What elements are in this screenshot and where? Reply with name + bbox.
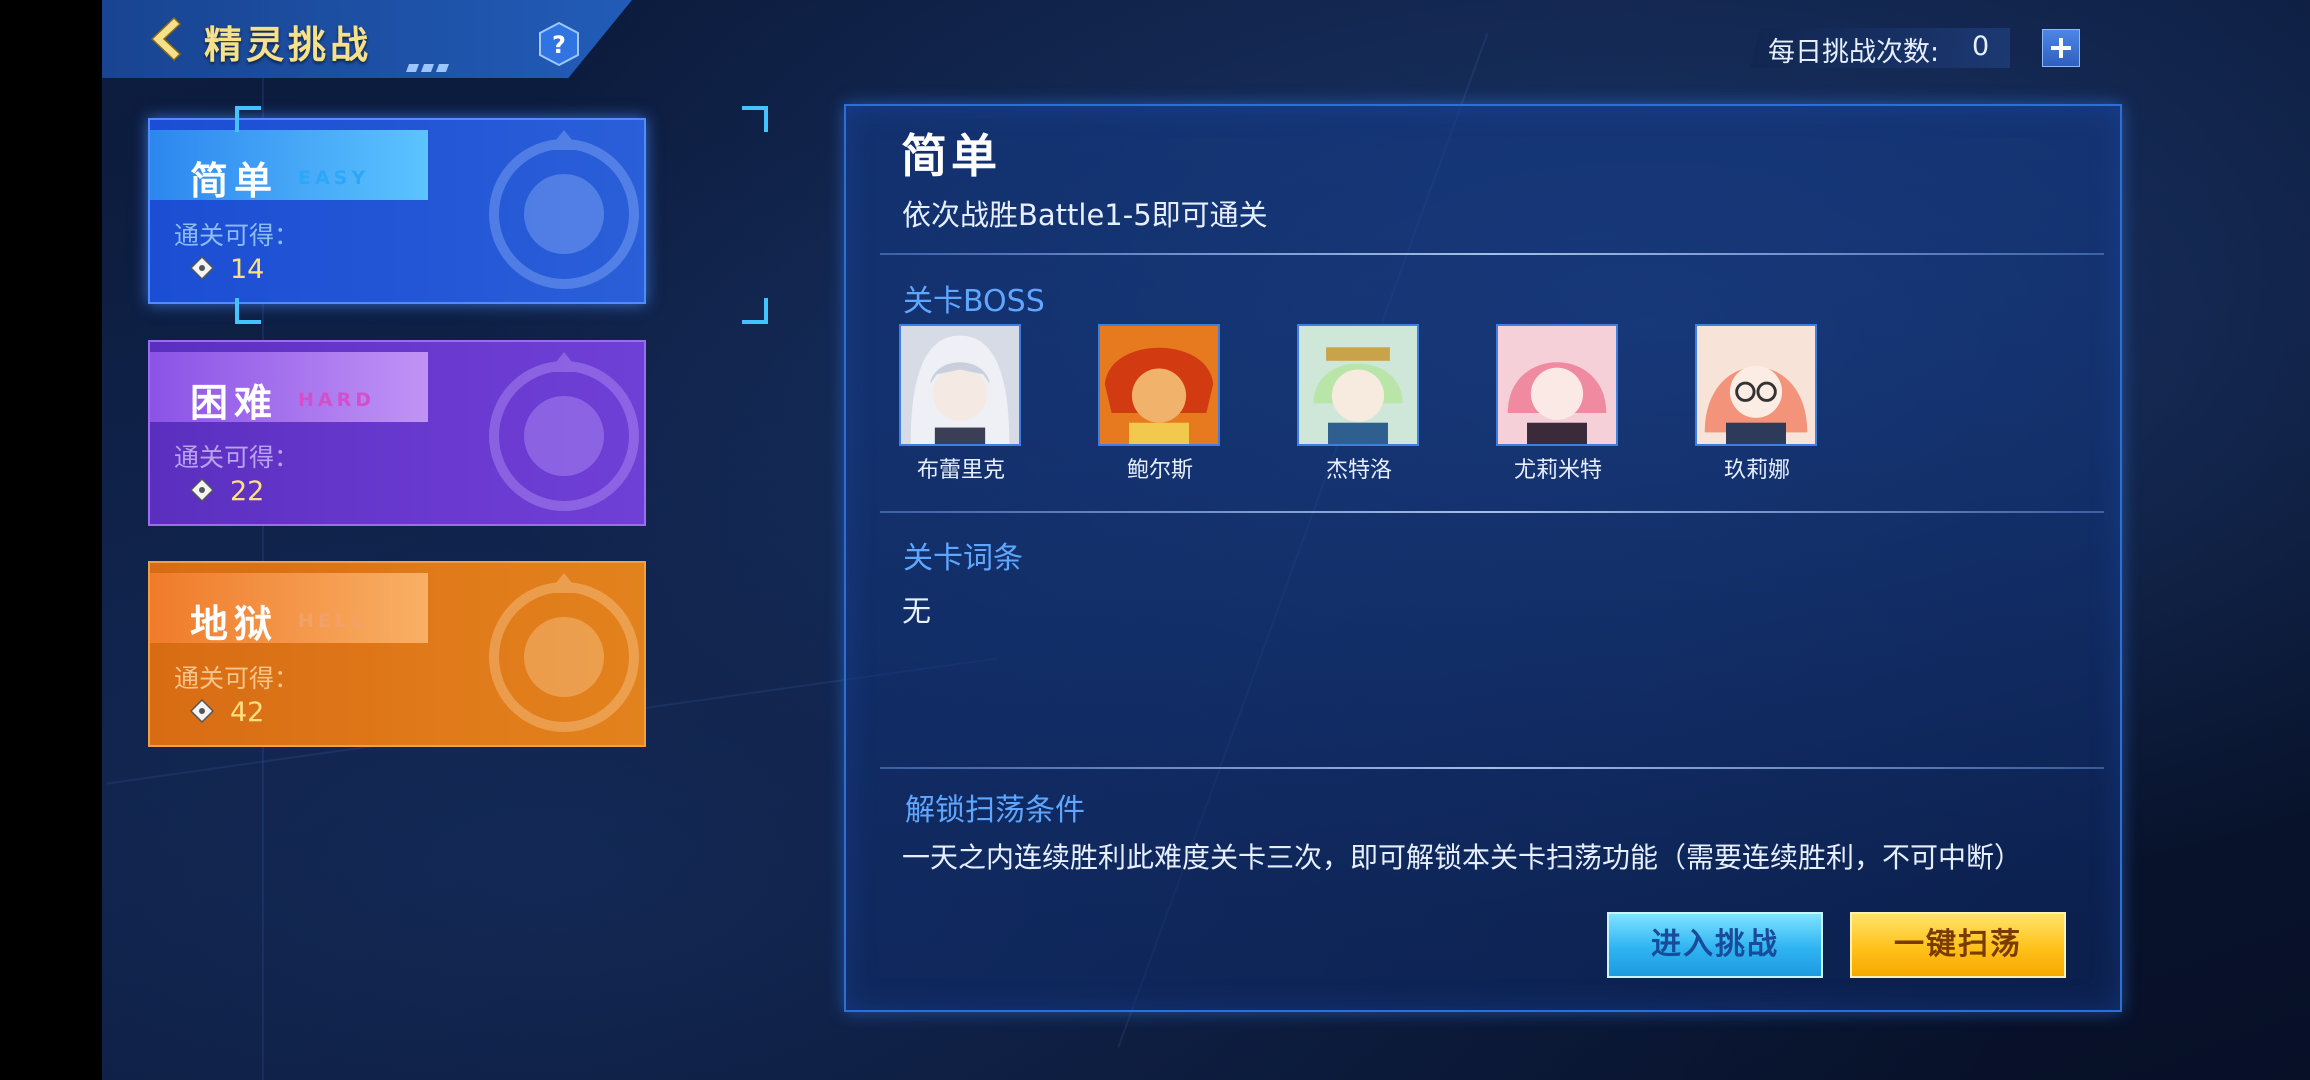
ticket-icon <box>190 699 214 723</box>
difficulty-emblem-icon <box>489 573 639 732</box>
boss-name: 鲍尔斯 <box>1126 458 1193 483</box>
back-arrow-icon[interactable] <box>140 14 190 64</box>
boss-portrait-icon <box>1297 324 1419 446</box>
ticket-icon <box>190 256 214 280</box>
reward-value: 42 <box>230 697 265 728</box>
divider <box>880 767 2104 769</box>
divider <box>880 253 2104 255</box>
svg-text:?: ? <box>552 31 566 59</box>
page-title: 精灵挑战 <box>204 23 373 67</box>
difficulty-english: HELL <box>298 610 368 632</box>
help-icon[interactable]: ? <box>538 22 580 66</box>
difficulty-tag: 地狱 HELL <box>150 573 428 643</box>
boss-name: 布蕾里克 <box>916 458 1005 483</box>
selection-corner <box>742 298 768 324</box>
difficulty-card-hell[interactable]: 地狱 HELL 通关可得： 42 <box>148 561 646 747</box>
selection-corner <box>742 106 768 132</box>
one-click-sweep-button[interactable]: 一键扫荡 <box>1850 912 2066 978</box>
difficulty-card-easy[interactable]: 简单 EASY 通关可得： 14 <box>148 118 646 304</box>
boss-section-title: 关卡BOSS <box>903 284 1045 319</box>
difficulty-name: 简单 <box>190 159 279 203</box>
boss-card[interactable]: 尤莉米特 <box>1496 324 1620 484</box>
unlock-description: 一天之内连续胜利此难度关卡三次，即可解锁本关卡扫荡功能（需要连续胜利，不可中断） <box>902 841 2023 874</box>
boss-card[interactable]: 布蕾里克 <box>899 324 1023 484</box>
divider <box>880 511 2104 513</box>
difficulty-emblem-icon <box>489 352 639 511</box>
detail-description: 依次战胜Battle1-5即可通关 <box>902 198 1268 232</box>
boss-name: 尤莉米特 <box>1513 458 1602 483</box>
terms-value: 无 <box>902 594 932 628</box>
difficulty-name: 地狱 <box>190 602 279 646</box>
difficulty-name: 困难 <box>190 381 279 425</box>
difficulty-english: EASY <box>298 167 370 189</box>
detail-title: 简单 <box>901 129 1001 183</box>
daily-attempts-label: 每日挑战次数: <box>1768 37 1940 68</box>
daily-attempts-value: 0 <box>1972 31 1990 62</box>
selection-corner <box>235 298 261 324</box>
difficulty-card-hard[interactable]: 困难 HARD 通关可得： 22 <box>148 340 646 526</box>
terms-section-title: 关卡词条 <box>903 541 1023 576</box>
reward-label: 通关可得： <box>174 443 300 472</box>
enter-challenge-button[interactable]: 进入挑战 <box>1607 912 1823 978</box>
difficulty-english: HARD <box>298 389 376 411</box>
difficulty-tag: 困难 HARD <box>150 352 428 422</box>
boss-card[interactable]: 玖莉娜 <box>1695 324 1819 484</box>
reward-label: 通关可得： <box>174 664 300 693</box>
reward-value: 14 <box>230 254 265 285</box>
reward-value: 22 <box>230 476 265 507</box>
reward-label: 通关可得： <box>174 221 300 250</box>
boss-name: 杰特洛 <box>1325 458 1392 483</box>
difficulty-tag: 简单 EASY <box>150 130 428 200</box>
boss-card[interactable]: 杰特洛 <box>1297 324 1421 484</box>
ticket-icon <box>190 478 214 502</box>
boss-portrait-icon <box>1098 324 1220 446</box>
difficulty-emblem-icon <box>489 130 639 289</box>
banner-stripes <box>406 64 449 72</box>
boss-card[interactable]: 鲍尔斯 <box>1098 324 1222 484</box>
boss-portrait-icon <box>1695 324 1817 446</box>
boss-portrait-icon <box>1496 324 1618 446</box>
boss-portrait-icon <box>899 324 1021 446</box>
unlock-section-title: 解锁扫荡条件 <box>905 793 1085 828</box>
boss-name: 玖莉娜 <box>1723 458 1790 483</box>
selection-corner <box>235 106 261 132</box>
add-attempts-button[interactable] <box>2042 29 2080 67</box>
